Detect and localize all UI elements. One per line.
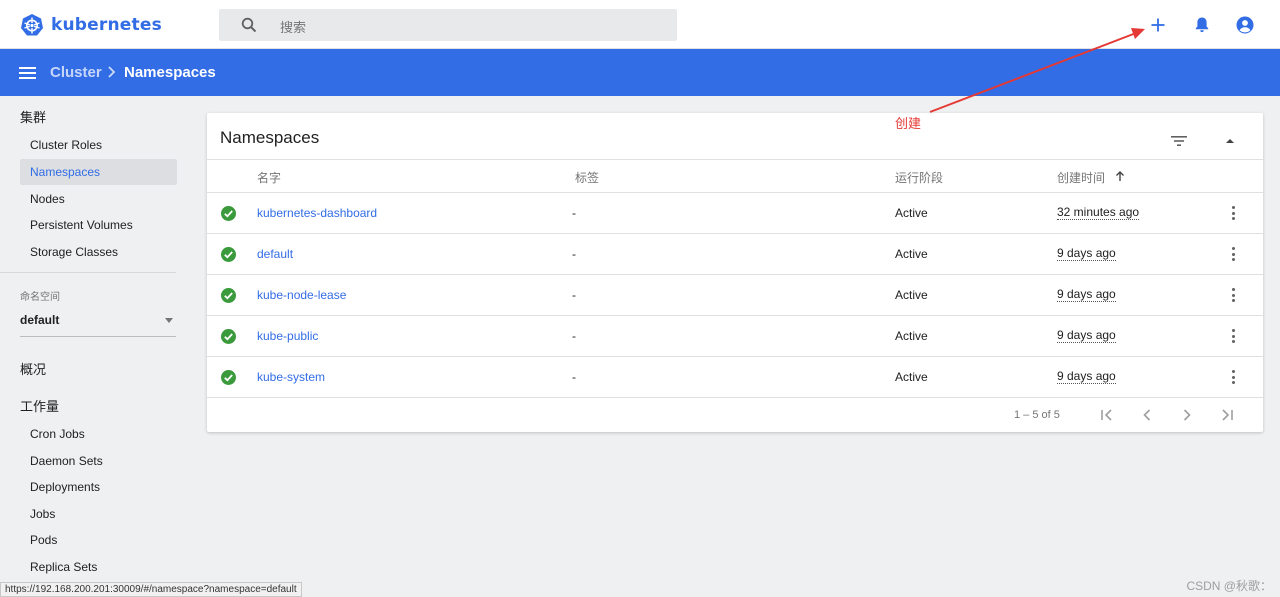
status-bar-url: https://192.168.200.201:30009/#/namespac… bbox=[0, 582, 302, 597]
annotation-label: 创建 bbox=[895, 116, 922, 131]
watermark: CSDN @秋歌： bbox=[1186, 579, 1272, 593]
annotation-arrow bbox=[929, 28, 1145, 113]
